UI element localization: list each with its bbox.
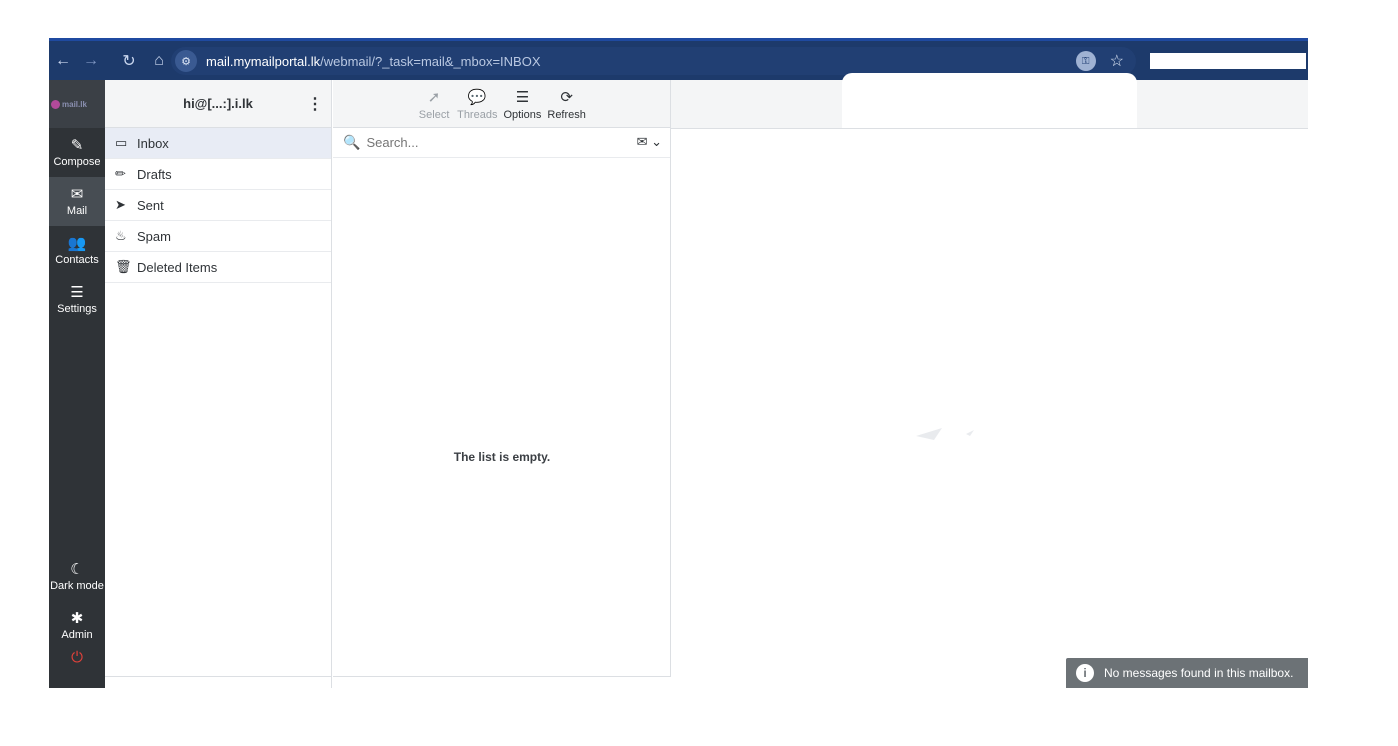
settings-button[interactable]: ☰ Settings [49, 275, 105, 324]
redacted-profile-area [1150, 53, 1306, 69]
paper-plane-icon: ➤ [115, 197, 126, 212]
sliders-icon: ☰ [515, 89, 530, 106]
home-icon[interactable]: ⌂ [147, 52, 171, 70]
empty-list-message: The list is empty. [453, 450, 551, 464]
mail-label: Mail [66, 204, 88, 217]
message-list-toolbar: ➚ Select 💬 Threads ☰ Options ⟳ Refresh [333, 80, 670, 128]
options-button[interactable]: ☰ Options [503, 88, 541, 121]
forward-arrow-icon[interactable]: → [79, 52, 103, 70]
sliders-icon: ☰ [70, 283, 84, 301]
gear-icon: ✱ [70, 609, 84, 627]
url-host: mail.mymailportal.lk [206, 53, 321, 69]
compose-label: Compose [53, 155, 101, 168]
search-input[interactable] [366, 135, 617, 150]
folder-sent[interactable]: ➤ Sent [105, 190, 331, 221]
envelope-icon: ✉ [70, 185, 84, 203]
logo-mark-icon [51, 99, 60, 109]
folder-list-footer [105, 676, 332, 688]
mail-button[interactable]: ✉ Mail [49, 177, 105, 226]
pencil-icon: ✏ [115, 166, 126, 181]
contacts-label: Contacts [55, 253, 99, 266]
admin-button[interactable]: ✱ Admin [49, 601, 105, 650]
message-list-panel: ➚ Select 💬 Threads ☰ Options ⟳ Refresh 🔍… [333, 80, 671, 688]
search-bar: 🔍 ✉ ⌄ [333, 128, 670, 158]
folder-spam[interactable]: ♨ Spam [105, 221, 331, 252]
url-text[interactable]: mail.mymailportal.lk/webmail/?_task=mail… [206, 54, 541, 69]
site-info-icon[interactable]: ⚙ [175, 50, 197, 72]
logout-button[interactable]: ⏻ [49, 650, 105, 688]
folder-label: Drafts [137, 166, 172, 182]
folder-label: Spam [137, 228, 171, 244]
info-icon: i [1076, 664, 1094, 682]
browser-window: ← → ↻ ⌂ ⚙ mail.mymailportal.lk/webmail/?… [49, 38, 1308, 688]
threads-button[interactable]: 💬 Threads [457, 88, 497, 121]
power-icon: ⏻ [71, 649, 83, 666]
account-email: hi@[...:].i.lk [183, 96, 253, 111]
dark-mode-button[interactable]: ☾ Dark mode [49, 552, 105, 601]
trash-icon: 🗑 [115, 259, 132, 274]
compose-button[interactable]: ✎ Compose [49, 128, 105, 177]
bookmark-star-icon[interactable]: ☆ [1110, 51, 1124, 71]
select-button[interactable]: ➚ Select [417, 88, 451, 121]
threads-label: Threads [457, 109, 498, 121]
contacts-button[interactable]: 👥 Contacts [49, 226, 105, 275]
options-label: Options [503, 109, 542, 121]
cursor-icon: ➚ [427, 89, 441, 106]
admin-label: Admin [61, 628, 93, 641]
users-icon: 👥 [67, 234, 87, 252]
folder-list-panel: hi@[...:].i.lk ⋮ ▭ Inbox ✏ Drafts ➤ Sent… [105, 80, 332, 688]
browser-popup-overlay [842, 73, 1137, 128]
settings-label: Settings [57, 302, 97, 315]
refresh-button[interactable]: ⟳ Refresh [547, 88, 586, 121]
toast-notification[interactable]: i No messages found in this mailbox. [1066, 658, 1308, 688]
address-bar[interactable]: ⚙ mail.mymailportal.lk/webmail/?_task=ma… [171, 47, 1136, 75]
folder-label: Deleted Items [137, 259, 218, 275]
refresh-icon: ⟳ [560, 89, 573, 106]
brand-logo: mail.lk [49, 80, 105, 128]
message-preview-frame: i No messages found in this mailbox. [671, 80, 1308, 688]
edit-icon: ✎ [70, 136, 84, 154]
reload-icon[interactable]: ↻ [117, 51, 141, 71]
select-label: Select [418, 109, 450, 121]
message-list-footer [333, 676, 671, 688]
password-key-icon[interactable]: ⚿ [1075, 51, 1096, 71]
dark-mode-label: Dark mode [50, 579, 104, 592]
url-path: /webmail/?_task=mail&_mbox=INBOX [320, 53, 541, 69]
refresh-label: Refresh [547, 109, 586, 121]
folder-drafts[interactable]: ✏ Drafts [105, 159, 331, 190]
fire-icon: ♨ [115, 228, 127, 243]
folder-deleted-items[interactable]: 🗑 Deleted Items [105, 252, 331, 283]
search-options-envelope-chevron-icon[interactable]: ✉ ⌄ [637, 134, 662, 150]
comments-icon: 💬 [467, 89, 487, 106]
logo-text: mail.lk [62, 99, 87, 109]
moon-icon: ☾ [70, 560, 84, 578]
account-header: hi@[...:].i.lk ⋮ [105, 80, 331, 128]
folder-label: Sent [137, 197, 164, 213]
toast-text: No messages found in this mailbox. [1104, 666, 1294, 680]
folder-inbox[interactable]: ▭ Inbox [105, 128, 331, 159]
back-arrow-icon[interactable]: ← [51, 52, 75, 70]
kebab-menu-icon[interactable]: ⋮ [307, 94, 323, 114]
watermark-plane-icon [916, 428, 974, 440]
folder-label: Inbox [137, 135, 169, 151]
inbox-icon: ▭ [115, 135, 128, 150]
search-icon[interactable]: 🔍 [343, 134, 360, 151]
task-menu: mail.lk ✎ Compose ✉ Mail 👥 Contacts ☰ Se… [49, 80, 105, 688]
